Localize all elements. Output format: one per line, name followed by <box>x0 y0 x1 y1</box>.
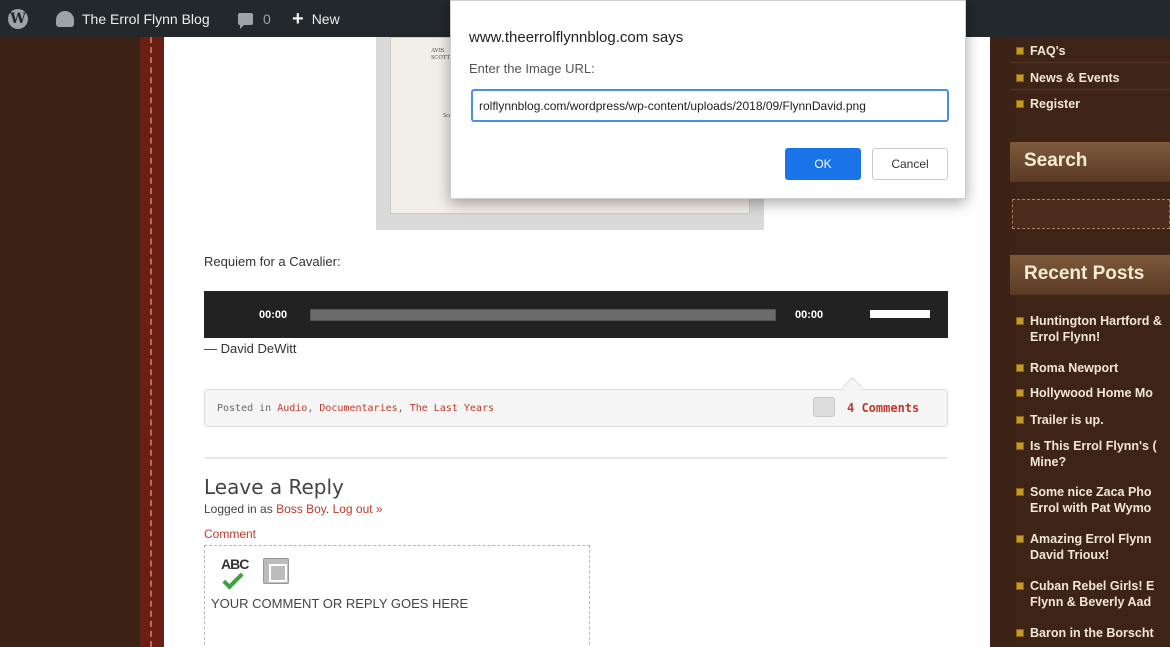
sidebar-link-register[interactable]: Register <box>1016 96 1080 112</box>
comments-icon[interactable] <box>813 397 835 417</box>
left-background <box>0 37 145 647</box>
wp-logo-glyph: W <box>8 8 28 29</box>
comments-link[interactable]: 0 <box>238 0 271 37</box>
bullet-icon <box>1016 582 1024 590</box>
category-link-audio[interactable]: Audio <box>277 403 307 414</box>
new-content-link[interactable]: + New <box>292 0 340 37</box>
sidebar-link-faq[interactable]: FAQ's <box>1016 43 1066 59</box>
recent-post-title: David Trioux! <box>1030 548 1110 562</box>
logged-in-text: Logged in as Boss Boy. Log out » <box>204 502 383 516</box>
left-border-strip <box>140 37 164 647</box>
stitch-line <box>150 37 152 647</box>
comments-count-link[interactable]: 4 Comments <box>847 401 919 415</box>
bullet-icon <box>1016 364 1024 372</box>
recent-post-link[interactable]: Hollywood Home Mo <box>1016 385 1153 401</box>
section-divider <box>204 457 948 459</box>
recent-post-title: Roma Newport <box>1030 361 1119 375</box>
bullet-icon <box>1016 488 1024 496</box>
cancel-button[interactable]: Cancel <box>872 148 948 180</box>
sidebar-divider <box>1010 62 1170 63</box>
search-heading: Search <box>1010 142 1170 182</box>
post-attribution: — David DeWitt <box>204 341 297 356</box>
recent-post-title: Baron in the Borscht <box>1030 626 1154 640</box>
recent-post-link[interactable]: Amazing Errol Flynn David Trioux! <box>1016 531 1152 563</box>
right-gutter <box>990 37 1010 647</box>
category-link-documentaries[interactable]: Documentaries <box>319 403 397 414</box>
image-text-line: AVIS <box>431 48 445 54</box>
bullet-icon <box>1016 47 1024 55</box>
recent-post-link[interactable]: Baron in the Borscht <box>1016 625 1154 641</box>
comment-label: Comment <box>204 527 257 541</box>
posted-in-label: Posted in <box>217 403 272 414</box>
reply-heading: Leave a Reply <box>204 475 344 499</box>
recent-post-title: Amazing Errol Flynn <box>1030 532 1152 546</box>
recent-post-title: Trailer is up. <box>1030 413 1104 427</box>
sidebar-link-news[interactable]: News & Events <box>1016 70 1120 86</box>
audio-current-time: 00:00 <box>259 309 288 321</box>
bullet-icon <box>1016 74 1024 82</box>
bullet-icon <box>1016 629 1024 637</box>
bullet-icon <box>1016 317 1024 325</box>
comment-bubble-icon <box>238 12 253 29</box>
image-text-line: SCOTT <box>431 54 451 61</box>
expand-icon[interactable] <box>263 558 289 584</box>
image-url-input[interactable] <box>471 89 949 122</box>
audio-duration: 00:00 <box>795 309 824 321</box>
recent-post-link[interactable]: Cuban Rebel Girls! E Flynn & Beverly Aad <box>1016 578 1154 610</box>
recent-post-title: Flynn & Beverly Aad <box>1030 595 1152 609</box>
recent-post-title: Cuban Rebel Girls! E <box>1030 579 1155 593</box>
site-name-label: The Errol Flynn Blog <box>82 10 210 27</box>
new-label: New <box>311 10 340 27</box>
comments-count: 0 <box>263 10 271 27</box>
recent-post-link[interactable]: Is This Errol Flynn's ( Mine? <box>1016 438 1157 470</box>
comment-textarea[interactable]: ABC YOUR COMMENT OR REPLY GOES HERE <box>204 545 590 647</box>
bullet-icon <box>1016 100 1024 108</box>
recent-post-title: Huntington Hartford & <box>1030 314 1162 328</box>
category-link-last-years[interactable]: The Last Years <box>410 403 494 414</box>
site-name-link[interactable]: The Errol Flynn Blog <box>56 0 210 37</box>
post-caption: Requiem for a Cavalier: <box>204 254 341 269</box>
posted-in: Posted in Audio, Documentaries, The Last… <box>217 403 494 414</box>
bullet-icon <box>1016 442 1024 450</box>
comment-placeholder: YOUR COMMENT OR REPLY GOES HERE <box>211 596 469 611</box>
sidebar-link-label: FAQ's <box>1030 44 1066 58</box>
bullet-icon <box>1016 416 1024 424</box>
ok-button[interactable]: OK <box>785 148 861 180</box>
bullet-icon <box>1016 389 1024 397</box>
image-text-names: AVIS SCOTT <box>431 48 450 61</box>
recent-post-title: Mine? <box>1030 455 1067 469</box>
recent-post-title: Errol Flynn! <box>1030 330 1101 344</box>
search-input[interactable] <box>1012 199 1170 229</box>
logout-link[interactable]: Log out » <box>333 502 383 516</box>
recent-post-title: Errol with Pat Wymo <box>1030 501 1152 515</box>
recent-post-title: Hollywood Home Mo <box>1030 386 1153 400</box>
audio-progress-rail[interactable] <box>310 309 776 321</box>
plus-icon: + <box>292 7 304 30</box>
sidebar-divider <box>1010 89 1170 90</box>
recent-posts-heading: Recent Posts <box>1010 255 1170 295</box>
audio-volume-slider[interactable] <box>870 310 930 318</box>
audio-player: 00:00 00:00 <box>204 291 948 338</box>
dialog-message: Enter the Image URL: <box>469 61 595 76</box>
recent-post-link[interactable]: Huntington Hartford & Errol Flynn! <box>1016 313 1162 345</box>
dashboard-icon <box>56 10 74 27</box>
post-meta-bar: Posted in Audio, Documentaries, The Last… <box>204 389 948 427</box>
logged-in-label: Logged in as <box>204 502 273 516</box>
recent-post-title: Is This Errol Flynn's ( <box>1030 439 1157 453</box>
recent-post-link[interactable]: Roma Newport <box>1016 360 1118 376</box>
wordpress-logo-icon[interactable]: W <box>8 0 30 37</box>
prompt-dialog: www.theerrolflynnblog.com says Enter the… <box>450 0 966 199</box>
dialog-title: www.theerrolflynnblog.com says <box>469 29 684 46</box>
bullet-icon <box>1016 535 1024 543</box>
recent-post-link[interactable]: Some nice Zaca Pho Errol with Pat Wymo <box>1016 484 1152 516</box>
sidebar-link-label: News & Events <box>1030 71 1120 85</box>
profile-link[interactable]: Boss Boy <box>276 502 326 516</box>
recent-post-link[interactable]: Trailer is up. <box>1016 412 1104 428</box>
recent-post-title: Some nice Zaca Pho <box>1030 485 1152 499</box>
sidebar: FAQ's News & Events Register Search Rece… <box>1010 37 1170 647</box>
sidebar-link-label: Register <box>1030 97 1081 111</box>
